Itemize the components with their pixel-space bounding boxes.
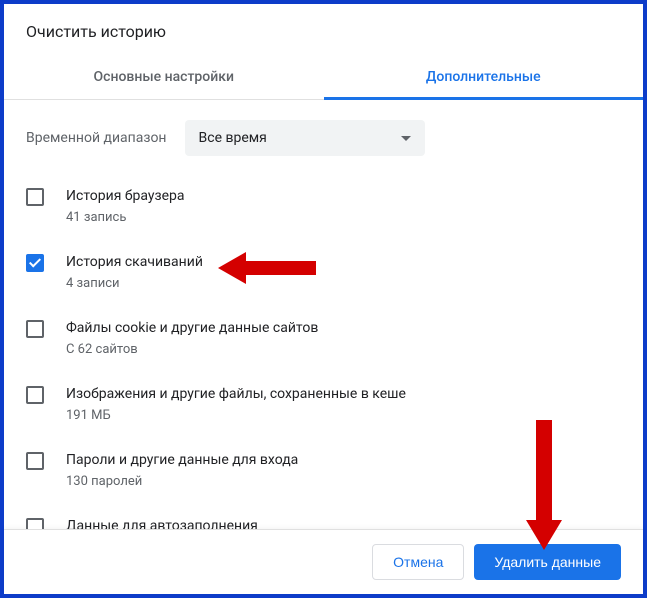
tabs: Основные настройки Дополнительные [4, 57, 643, 100]
option-passwords: Пароли и другие данные для входа 130 пар… [26, 438, 621, 504]
option-cookies: Файлы cookie и другие данные сайтов С 62… [26, 306, 621, 372]
option-subtitle: 191 МБ [66, 406, 621, 426]
clear-history-dialog: Очистить историю Основные настройки Допо… [0, 0, 647, 598]
time-range-label: Временной диапазон [26, 130, 167, 146]
option-subtitle: С 62 сайтов [66, 340, 621, 360]
dialog-footer: Отмена Удалить данные [4, 529, 643, 594]
option-title: Файлы cookie и другие данные сайтов [66, 318, 621, 338]
checkbox-cookies[interactable] [26, 320, 44, 338]
time-range-value: Все время [199, 130, 267, 146]
option-subtitle: 4 записи [66, 274, 621, 294]
tab-advanced[interactable]: Дополнительные [324, 57, 644, 99]
checkbox-passwords[interactable] [26, 452, 44, 470]
dialog-title: Очистить историю [4, 4, 643, 57]
option-title: Данные для автозаполнения [66, 516, 621, 529]
delete-data-button[interactable]: Удалить данные [474, 544, 621, 580]
option-cache: Изображения и другие файлы, сохраненные … [26, 372, 621, 438]
option-title: Пароли и другие данные для входа [66, 450, 621, 470]
option-download-history: История скачиваний 4 записи [26, 240, 621, 306]
checkbox-download-history[interactable] [26, 254, 44, 272]
time-range-row: Временной диапазон Все время [26, 100, 621, 174]
checkbox-cache[interactable] [26, 386, 44, 404]
chevron-down-icon [401, 136, 411, 141]
time-range-select[interactable]: Все время [185, 120, 425, 156]
option-title: Изображения и другие файлы, сохраненные … [66, 384, 621, 404]
options-scroll-area[interactable]: Временной диапазон Все время История бра… [4, 100, 643, 529]
tab-basic[interactable]: Основные настройки [4, 57, 324, 99]
option-autofill: Данные для автозаполнения [26, 504, 621, 529]
cancel-button[interactable]: Отмена [372, 544, 464, 580]
option-subtitle: 130 паролей [66, 472, 621, 492]
option-browser-history: История браузера 41 запись [26, 174, 621, 240]
checkbox-browser-history[interactable] [26, 188, 44, 206]
option-title: История скачиваний [66, 252, 621, 272]
checkbox-autofill[interactable] [26, 518, 44, 529]
option-title: История браузера [66, 186, 621, 206]
option-subtitle: 41 запись [66, 208, 621, 228]
